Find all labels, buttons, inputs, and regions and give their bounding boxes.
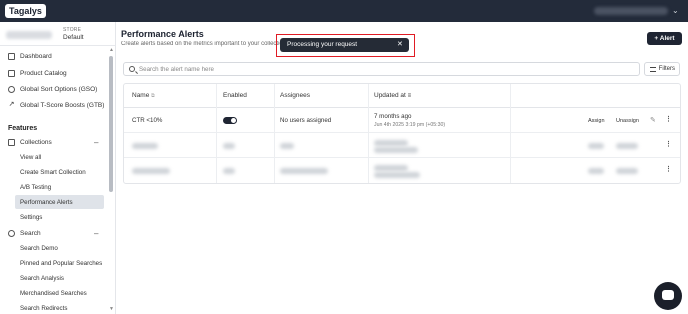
sidebar-item-label: Collections <box>20 139 52 146</box>
toggle-knob <box>231 118 236 123</box>
sidebar-item-create-smart-collection[interactable]: Create Smart Collection <box>20 169 86 176</box>
filter-icon <box>650 67 656 72</box>
chat-bubble-icon <box>662 290 674 300</box>
assignees-value: No users assigned <box>280 117 332 124</box>
sidebar-item-performance-alerts[interactable]: Performance Alerts <box>20 199 73 206</box>
blurred-cell <box>616 143 638 149</box>
store-value: Default <box>63 34 84 41</box>
scroll-down-icon[interactable]: ▼ <box>109 306 114 312</box>
sidebar-item-pinned-popular[interactable]: Pinned and Popular Searches <box>20 260 102 267</box>
close-icon[interactable]: ✕ <box>397 40 403 48</box>
sidebar-item-label: Global Sort Options (GSO) <box>20 86 98 93</box>
features-heading: Features <box>8 125 38 132</box>
column-header-assignees: Assignees <box>280 92 310 99</box>
sidebar-item-collections[interactable]: Collections <box>8 139 52 146</box>
collections-icon <box>8 139 15 146</box>
sidebar-item-search-demo[interactable]: Search Demo <box>20 245 58 252</box>
table-row[interactable]: ⋮ <box>124 158 680 183</box>
sidebar-item-label: Product Catalog <box>20 70 67 77</box>
processing-toast: Processing your request ✕ <box>280 38 409 52</box>
kebab-menu-icon[interactable]: ⋮ <box>665 115 672 123</box>
sidebar-item-gtb[interactable]: ↗ Global T-Score Boosts (GTB) <box>8 101 105 109</box>
blurred-cell <box>280 143 294 149</box>
kebab-menu-icon[interactable]: ⋮ <box>665 165 672 173</box>
user-menu[interactable] <box>594 7 668 15</box>
blurred-cell <box>223 168 235 174</box>
blurred-cell <box>374 147 418 153</box>
sidebar-item-merchandised-searches[interactable]: Merchandised Searches <box>20 290 87 297</box>
blurred-cell <box>280 168 328 174</box>
search-icon <box>8 230 15 237</box>
kebab-menu-icon[interactable]: ⋮ <box>665 140 672 148</box>
toast-message: Processing your request <box>287 41 358 48</box>
grid-icon <box>8 53 15 60</box>
blurred-cell <box>132 168 170 174</box>
alert-name[interactable]: CTR <10% <box>132 117 162 124</box>
sidebar-item-search-redirects[interactable]: Search Redirects <box>20 305 67 312</box>
page-subtitle: Create alerts based on the metrics impor… <box>121 41 281 47</box>
table-header: Name ⧉ Enabled Assignees Updated at ≡ <box>124 84 680 108</box>
search-input[interactable]: Search the alert name here <box>123 62 640 76</box>
sidebar-item-settings[interactable]: Settings <box>20 214 42 221</box>
catalog-icon <box>8 70 15 77</box>
main-content: Performance Alerts Create alerts based o… <box>116 22 688 314</box>
blurred-cell <box>616 168 638 174</box>
blurred-cell <box>374 140 408 146</box>
top-bar: Tagalys ⌄ <box>0 0 688 22</box>
blurred-cell <box>374 172 420 178</box>
sidebar-item-dashboard[interactable]: Dashboard <box>8 53 52 60</box>
column-header-name[interactable]: Name ⧉ <box>132 92 155 99</box>
toast-highlight: Processing your request ✕ <box>276 34 415 57</box>
sidebar-item-search-analysis[interactable]: Search Analysis <box>20 275 64 282</box>
column-header-enabled: Enabled <box>223 92 247 99</box>
scroll-thumb[interactable] <box>109 56 113 192</box>
sidebar-item-label: Search <box>20 230 41 237</box>
blurred-cell <box>223 143 235 149</box>
sidebar-item-label: Global T-Score Boosts (GTB) <box>20 102 105 109</box>
store-name-blurred <box>6 31 52 39</box>
collapse-search-icon[interactable]: – <box>94 229 98 238</box>
sidebar-item-product-catalog[interactable]: Product Catalog <box>8 70 67 77</box>
scroll-up-icon[interactable]: ▲ <box>109 47 114 53</box>
sidebar: STORE Default Dashboard Product Catalog … <box>0 22 116 314</box>
search-icon <box>129 66 135 72</box>
updated-relative: 7 months ago <box>374 113 412 120</box>
blurred-cell <box>588 168 604 174</box>
table-row[interactable]: CTR <10% No users assigned 7 months ago … <box>124 108 680 133</box>
sidebar-item-search[interactable]: Search <box>8 230 41 237</box>
trend-icon: ↗ <box>8 101 15 108</box>
pencil-icon[interactable]: ✎ <box>650 116 656 124</box>
store-label: STORE <box>63 27 82 33</box>
page-title: Performance Alerts <box>121 29 204 39</box>
chevron-down-icon[interactable]: ⌄ <box>672 6 679 15</box>
tagalys-logo[interactable]: Tagalys <box>5 4 46 18</box>
filters-label: Filters <box>658 66 675 72</box>
sidebar-scrollbar[interactable]: ▲ ▼ <box>108 44 114 314</box>
enabled-toggle[interactable] <box>223 117 237 124</box>
unassign-button[interactable]: Unassign <box>616 118 639 124</box>
chat-launcher-button[interactable] <box>654 282 682 310</box>
blurred-cell <box>374 165 408 171</box>
filters-button[interactable]: Filters <box>644 62 680 76</box>
alerts-table: Name ⧉ Enabled Assignees Updated at ≡ CT… <box>123 83 681 184</box>
table-row[interactable]: ⋮ <box>124 133 680 158</box>
add-alert-button[interactable]: + Alert <box>647 32 682 45</box>
sidebar-item-gso[interactable]: Global Sort Options (GSO) <box>8 86 97 93</box>
column-header-updated[interactable]: Updated at ≡ <box>374 92 411 99</box>
search-placeholder: Search the alert name here <box>139 66 214 73</box>
collapse-collections-icon[interactable]: – <box>94 138 98 147</box>
updated-timestamp: Jun 4th 2025 3:19 pm (+05:30) <box>374 122 446 128</box>
store-selector[interactable]: STORE Default <box>0 22 115 46</box>
sidebar-item-view-all[interactable]: View all <box>20 154 41 161</box>
sort-icon <box>8 86 15 93</box>
assign-button[interactable]: Assign <box>588 118 605 124</box>
blurred-cell <box>132 143 158 149</box>
sidebar-item-ab-testing[interactable]: A/B Testing <box>20 184 51 191</box>
sidebar-item-label: Dashboard <box>20 53 52 60</box>
blurred-cell <box>588 143 604 149</box>
